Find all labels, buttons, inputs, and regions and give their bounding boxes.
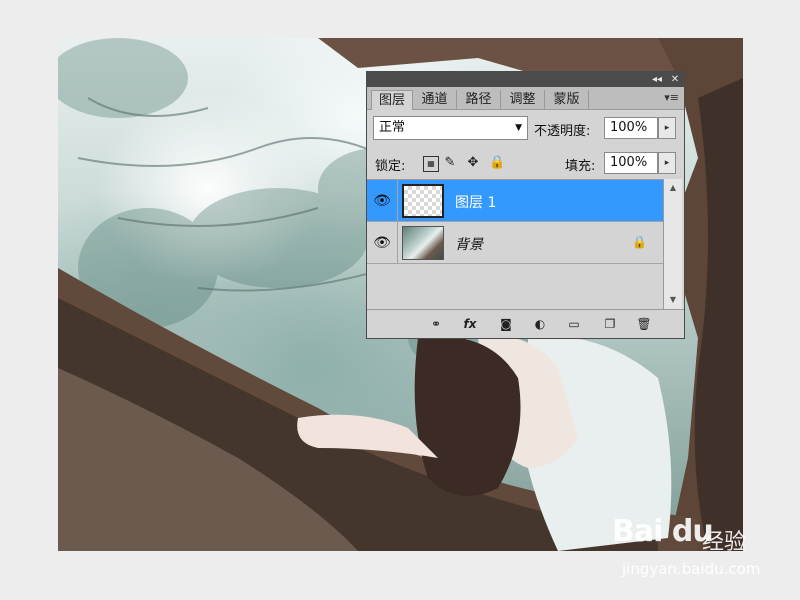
eye-icon[interactable]: 👁 bbox=[370, 233, 394, 253]
panel-menu-icon[interactable]: ▾≡ bbox=[664, 91, 679, 104]
watermark-logo: Bai du bbox=[612, 514, 714, 549]
fill-field[interactable]: 100% bbox=[604, 152, 658, 174]
lock-brush-icon[interactable]: ✎ bbox=[443, 156, 457, 170]
baidu-watermark: Bai du 经验 jingyan.baidu.com bbox=[612, 514, 792, 584]
trash-icon[interactable]: 🗑 bbox=[635, 316, 653, 332]
fill-stepper[interactable]: ▸ bbox=[658, 152, 676, 174]
close-icon[interactable]: ✕ bbox=[668, 73, 682, 86]
tab-adjustments[interactable]: 调整 bbox=[501, 90, 545, 109]
mask-icon[interactable]: ◙ bbox=[497, 316, 515, 332]
blend-mode-select[interactable]: 正常 ▼ bbox=[373, 116, 528, 140]
layers-panel: ◂◂ ✕ 图层 通道 路径 调整 蒙版 ▾≡ 正常 ▼ 不透明度: 100% ▸… bbox=[366, 71, 685, 339]
watermark-url: jingyan.baidu.com bbox=[622, 560, 761, 578]
lock-all-icon[interactable]: 🔒 bbox=[489, 156, 505, 170]
divider bbox=[397, 222, 398, 263]
layer-row-background[interactable]: 👁 背景 🔒 bbox=[367, 222, 663, 264]
adjustment-icon[interactable]: ◐ bbox=[531, 316, 549, 332]
opacity-stepper[interactable]: ▸ bbox=[658, 117, 676, 139]
panel-titlebar[interactable]: ◂◂ ✕ bbox=[367, 72, 684, 87]
lock-label: 锁定: bbox=[375, 159, 406, 174]
layers-list: 👁 图层 1 👁 背景 🔒 bbox=[367, 179, 663, 310]
fx-icon[interactable]: fx bbox=[461, 316, 479, 332]
chevron-down-icon: ▼ bbox=[515, 123, 522, 133]
link-icon[interactable]: ⚭ bbox=[427, 316, 445, 332]
panel-bottom-toolbar: ⚭ fx ◙ ◐ ▭ ❐ 🗑 bbox=[367, 309, 684, 338]
opacity-label: 不透明度: bbox=[534, 124, 591, 139]
fill-label: 填充: bbox=[565, 159, 596, 174]
layer-row-layer1[interactable]: 👁 图层 1 bbox=[367, 180, 663, 222]
folder-icon[interactable]: ▭ bbox=[565, 316, 583, 332]
new-layer-icon[interactable]: ❐ bbox=[601, 316, 619, 332]
collapse-icon[interactable]: ◂◂ bbox=[649, 73, 665, 86]
tab-layers[interactable]: 图层 bbox=[371, 90, 413, 110]
tab-masks[interactable]: 蒙版 bbox=[545, 90, 589, 109]
lock-icon: 🔒 bbox=[632, 235, 647, 249]
layers-scrollbar[interactable]: ▲ ▼ bbox=[663, 179, 682, 309]
layer-name: 图层 1 bbox=[455, 195, 497, 211]
panel-tabs: 图层 通道 路径 调整 蒙版 ▾≡ bbox=[367, 87, 684, 110]
layer-name: 背景 bbox=[455, 237, 483, 253]
scroll-down-icon[interactable]: ▼ bbox=[664, 293, 682, 307]
layer-thumbnail bbox=[402, 226, 444, 260]
divider bbox=[397, 180, 398, 221]
lock-transparent-icon[interactable]: ▦ bbox=[423, 156, 439, 172]
opacity-field[interactable]: 100% bbox=[604, 117, 658, 139]
tab-channels[interactable]: 通道 bbox=[413, 90, 457, 109]
lock-move-icon[interactable]: ✥ bbox=[466, 156, 480, 170]
blend-mode-value: 正常 bbox=[379, 120, 406, 135]
tab-paths[interactable]: 路径 bbox=[457, 90, 501, 109]
layer-thumbnail bbox=[402, 184, 444, 218]
scroll-up-icon[interactable]: ▲ bbox=[664, 181, 682, 195]
watermark-cn: 经验 bbox=[702, 530, 747, 555]
eye-icon[interactable]: 👁 bbox=[370, 191, 394, 211]
